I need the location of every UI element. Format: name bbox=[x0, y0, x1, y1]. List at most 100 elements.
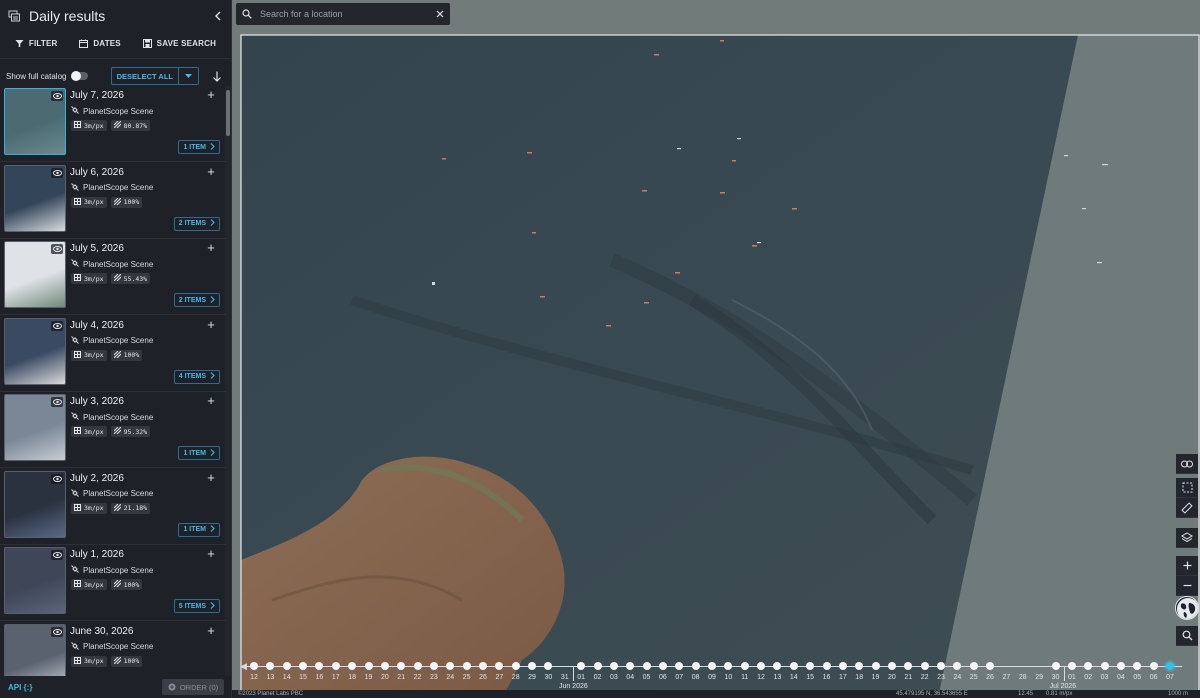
show-full-catalog-toggle[interactable] bbox=[71, 71, 89, 81]
items-button[interactable]: 2 ITEMS bbox=[173, 293, 220, 307]
timeline-date-dot[interactable] bbox=[250, 662, 258, 670]
timeline-date-dot[interactable] bbox=[757, 662, 766, 670]
timeline-date-dot[interactable] bbox=[429, 662, 438, 670]
eye-icon[interactable] bbox=[51, 550, 63, 560]
timeline-date-dot[interactable] bbox=[724, 662, 733, 670]
scene-thumbnail[interactable] bbox=[4, 88, 66, 155]
save-search-button[interactable]: SAVE SEARCH bbox=[142, 38, 216, 48]
timeline-date-dot[interactable] bbox=[528, 662, 537, 670]
result-card[interactable]: June 30, 2026 + PlanetScope Scene 3m/px … bbox=[0, 622, 226, 676]
timeline-date-dot[interactable] bbox=[658, 662, 667, 670]
add-to-order-button[interactable]: + bbox=[204, 241, 218, 255]
timeline-date-dot[interactable] bbox=[1051, 662, 1060, 670]
timeline-date-dot[interactable] bbox=[986, 662, 995, 670]
filter-button[interactable]: FILTER bbox=[15, 39, 58, 48]
api-button[interactable]: API {:} bbox=[8, 683, 32, 692]
timeline-date-dot[interactable] bbox=[348, 662, 357, 670]
timeline-date-dot[interactable] bbox=[953, 662, 962, 670]
timeline-date-dot[interactable] bbox=[806, 662, 815, 670]
collapse-sidebar-icon[interactable] bbox=[213, 11, 223, 21]
timeline-date-dot[interactable] bbox=[871, 662, 880, 670]
timeline-date-dot[interactable] bbox=[577, 662, 586, 670]
timeline-date-dot[interactable] bbox=[364, 662, 373, 670]
timeline-date-dot[interactable] bbox=[855, 662, 864, 670]
draw-area-button[interactable] bbox=[1176, 478, 1198, 498]
layers-button[interactable] bbox=[1176, 528, 1198, 548]
timeline-date-dot[interactable] bbox=[904, 662, 913, 670]
add-to-order-button[interactable]: + bbox=[204, 317, 218, 332]
result-card[interactable]: July 1, 2026 + PlanetScope Scene 3m/px 1… bbox=[0, 545, 226, 621]
eye-icon[interactable] bbox=[51, 320, 63, 331]
timeline-date-dot[interactable] bbox=[315, 662, 324, 670]
timeline-date-dot[interactable] bbox=[642, 662, 651, 670]
scene-thumbnail[interactable] bbox=[4, 394, 66, 461]
add-to-order-button[interactable]: + bbox=[204, 164, 218, 179]
deselect-dropdown-button[interactable] bbox=[178, 68, 198, 84]
items-button[interactable]: 1 ITEM bbox=[178, 140, 220, 154]
add-to-order-button[interactable]: + bbox=[204, 394, 218, 408]
timeline-date-dot[interactable] bbox=[822, 662, 831, 670]
deselect-all-button[interactable]: DESELECT ALL bbox=[112, 68, 178, 84]
zoom-out-button[interactable] bbox=[1176, 576, 1198, 596]
add-to-order-button[interactable]: + bbox=[204, 547, 218, 561]
search-input[interactable] bbox=[260, 9, 428, 19]
timeline-date-dot[interactable] bbox=[708, 662, 716, 670]
eye-icon[interactable] bbox=[51, 626, 63, 637]
sort-button[interactable] bbox=[209, 68, 225, 84]
timeline-date-dot[interactable] bbox=[773, 662, 782, 670]
scene-thumbnail[interactable] bbox=[4, 470, 66, 538]
scene-thumbnail[interactable] bbox=[4, 547, 66, 614]
timeline-date-dot[interactable] bbox=[593, 662, 602, 670]
timeline-date-dot[interactable] bbox=[462, 662, 471, 670]
result-card[interactable]: July 6, 2026 + PlanetScope Scene 3m/px 1… bbox=[0, 163, 226, 239]
share-link-button[interactable] bbox=[1176, 454, 1198, 474]
result-card[interactable]: July 2, 2026 + PlanetScope Scene 3m/px 2… bbox=[0, 469, 226, 545]
measure-button[interactable] bbox=[1176, 498, 1198, 518]
timeline-date-dot[interactable] bbox=[397, 662, 406, 670]
timeline-date-dot[interactable] bbox=[380, 662, 389, 670]
result-card[interactable]: July 5, 2026 + PlanetScope Scene 3m/px 5… bbox=[0, 239, 226, 315]
add-to-order-button[interactable]: + bbox=[204, 88, 218, 102]
scrollbar-thumb[interactable] bbox=[226, 90, 230, 136]
timeline-date-dot[interactable] bbox=[740, 662, 749, 670]
timeline-date-dot[interactable] bbox=[331, 662, 340, 670]
scene-thumbnail[interactable] bbox=[4, 623, 66, 676]
order-button[interactable]: ORDER (0) bbox=[162, 679, 224, 695]
timeline-date-dot[interactable] bbox=[479, 662, 487, 670]
zoom-to-scene-button[interactable] bbox=[1176, 626, 1198, 646]
timeline-date-dot[interactable] bbox=[1133, 662, 1142, 670]
scene-thumbnail[interactable] bbox=[4, 164, 66, 232]
eye-icon[interactable] bbox=[51, 397, 63, 407]
result-card[interactable]: July 7, 2026 + PlanetScope Scene 3m/px 8… bbox=[0, 86, 226, 162]
timeline-date-dot[interactable] bbox=[937, 662, 945, 670]
result-card[interactable]: July 3, 2026 + PlanetScope Scene 3m/px 9… bbox=[0, 392, 226, 468]
timeline-date-dot[interactable] bbox=[1166, 662, 1174, 670]
add-to-order-button[interactable]: + bbox=[204, 623, 218, 638]
timeline-date-dot[interactable] bbox=[838, 662, 847, 670]
timeline-date-dot[interactable] bbox=[1084, 662, 1093, 670]
timeline-date-dot[interactable] bbox=[626, 662, 635, 670]
timeline-date-dot[interactable] bbox=[920, 662, 929, 670]
eye-icon[interactable] bbox=[51, 91, 63, 101]
timeline-date-dot[interactable] bbox=[1100, 662, 1109, 670]
timeline-date-dot[interactable] bbox=[446, 662, 455, 670]
timeline-date-dot[interactable] bbox=[544, 662, 553, 670]
scene-thumbnail[interactable] bbox=[4, 317, 66, 385]
items-button[interactable]: 1 ITEM bbox=[178, 522, 220, 537]
globe-icon[interactable] bbox=[1175, 596, 1199, 620]
eye-icon[interactable] bbox=[51, 167, 63, 178]
timeline-date-dot[interactable] bbox=[511, 662, 520, 670]
timeline-date-dot[interactable] bbox=[887, 662, 896, 670]
timeline-date-dot[interactable] bbox=[691, 662, 700, 670]
items-button[interactable]: 5 ITEMS bbox=[173, 599, 220, 613]
timeline-date-dot[interactable] bbox=[1149, 662, 1158, 670]
timeline-date-dot[interactable] bbox=[675, 662, 684, 670]
timeline-date-dot[interactable] bbox=[609, 662, 618, 670]
eye-icon[interactable] bbox=[51, 473, 63, 484]
timeline-date-dot[interactable] bbox=[413, 662, 422, 670]
eye-icon[interactable] bbox=[51, 244, 63, 254]
timeline-date-dot[interactable] bbox=[1116, 662, 1125, 670]
add-to-order-button[interactable]: + bbox=[204, 470, 218, 485]
timeline-date-dot[interactable] bbox=[969, 662, 978, 670]
items-button[interactable]: 2 ITEMS bbox=[173, 216, 220, 231]
